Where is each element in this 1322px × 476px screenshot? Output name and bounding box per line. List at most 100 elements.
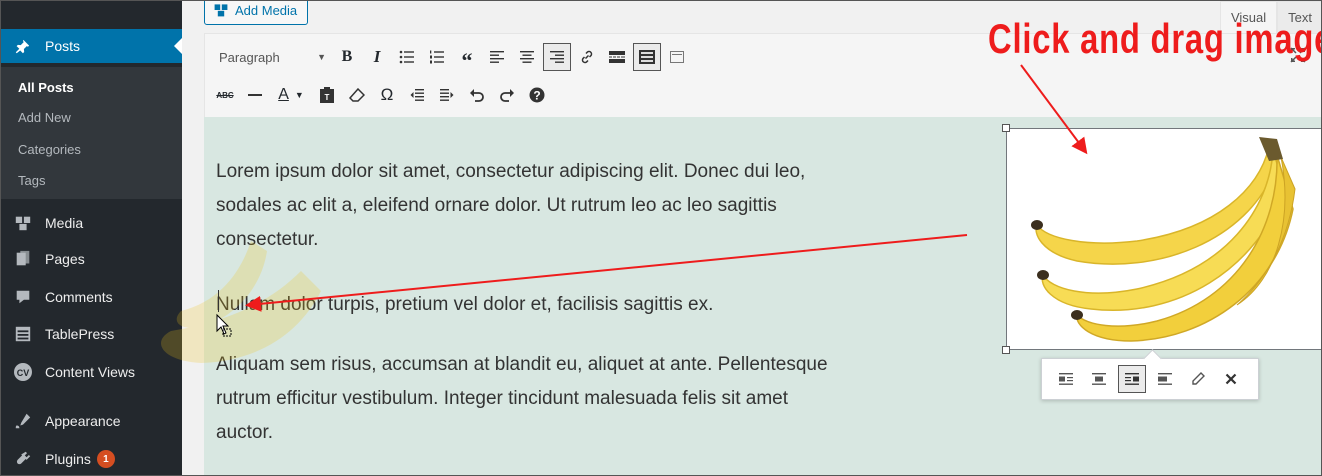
paragraph-line: Aliquam sem risus, accumsan at blandit e… <box>216 354 828 375</box>
format-select[interactable]: Paragraph ▼ <box>210 44 332 70</box>
plugins-icon <box>13 449 33 469</box>
content-views-icon: CV <box>13 362 33 382</box>
outdent-icon <box>410 89 424 101</box>
sidebar-item-label: Posts <box>45 38 81 54</box>
selected-image[interactable] <box>1002 124 1321 354</box>
svg-text:?: ? <box>533 89 540 103</box>
undo-button[interactable] <box>463 81 491 109</box>
image-align-center-button[interactable] <box>1085 365 1113 393</box>
sidebar-item-posts[interactable]: Posts <box>1 29 182 63</box>
align-right-icon <box>550 51 564 63</box>
clipboard-icon: T <box>320 87 334 103</box>
paragraph-line: consectetur. <box>216 229 319 250</box>
image-align-left-button[interactable] <box>1052 365 1080 393</box>
sidebar-item-pages[interactable]: Pages <box>1 242 182 276</box>
sidebar-item-label: Content Views <box>45 364 136 380</box>
add-media-label: Add Media <box>235 2 298 18</box>
pencil-icon <box>1192 372 1205 385</box>
appearance-icon <box>13 411 33 431</box>
edit-image-button[interactable] <box>1184 365 1212 393</box>
svg-text:T: T <box>325 93 330 102</box>
sidebar-item-appearance[interactable]: Appearance <box>1 404 182 438</box>
image-toolbar <box>1041 358 1259 400</box>
align-right-button[interactable] <box>543 43 571 71</box>
align-center-icon <box>520 51 534 63</box>
sidebar-item-comments[interactable]: Comments <box>1 280 182 314</box>
resize-handle[interactable] <box>1002 124 1010 132</box>
paragraph-line: auctor. <box>216 422 274 443</box>
pages-icon <box>13 249 33 269</box>
distraction-free-icon <box>670 51 684 63</box>
strikethrough-button[interactable]: ABC <box>211 81 239 109</box>
numbered-list-button[interactable] <box>423 43 451 71</box>
remove-image-button[interactable] <box>1217 365 1245 393</box>
submenu-tags[interactable]: Tags <box>18 173 45 188</box>
increase-indent-button[interactable] <box>433 81 461 109</box>
submenu-all-posts[interactable]: All Posts <box>18 80 74 95</box>
chevron-down-icon: ▼ <box>317 52 326 62</box>
align-left-icon <box>1059 373 1073 385</box>
align-center-icon <box>1092 373 1106 385</box>
editor-content-area[interactable]: Lorem ipsum dolor sit amet, consectetur … <box>204 117 1321 475</box>
chevron-down-icon: ▼ <box>294 90 304 100</box>
strikethrough-icon: ABC <box>216 90 234 100</box>
paragraph-line: Nullam dolor turpis, pretium vel dolor e… <box>216 294 714 315</box>
posts-submenu: All Posts Add New Categories Tags <box>1 67 182 199</box>
align-center-button[interactable] <box>513 43 541 71</box>
sidebar-item-label: Comments <box>45 289 113 305</box>
sidebar-item-label: Media <box>45 215 84 231</box>
distraction-free-button[interactable] <box>663 43 691 71</box>
annotation-caption: Click and drag image <box>988 15 1322 62</box>
submenu-add-new[interactable]: Add New <box>18 110 71 125</box>
read-more-icon <box>609 51 625 63</box>
insert-link-button[interactable] <box>573 43 601 71</box>
blockquote-button[interactable]: “ <box>453 43 481 73</box>
help-icon: ? <box>529 87 545 103</box>
sidebar-item-label: Pages <box>45 251 85 267</box>
bold-button[interactable]: B <box>333 43 361 71</box>
horizontal-line-icon <box>248 94 262 96</box>
sidebar-item-content-views[interactable]: CV Content Views <box>1 355 182 389</box>
italic-button[interactable]: I <box>363 43 391 71</box>
toolbar-row-2: ABC A ▼ T Ω ? <box>205 77 552 113</box>
image-no-align-button[interactable] <box>1151 365 1179 393</box>
undo-icon <box>470 89 484 102</box>
indent-icon <box>440 89 454 101</box>
clear-formatting-button[interactable] <box>343 81 371 109</box>
paste-as-text-button[interactable]: T <box>313 81 341 109</box>
sidebar-item-media[interactable]: Media <box>1 206 182 240</box>
bulleted-list-button[interactable] <box>393 43 421 71</box>
decrease-indent-button[interactable] <box>403 81 431 109</box>
keyboard-icon <box>639 50 655 64</box>
sidebar-item-label: TablePress <box>45 326 115 342</box>
toolbar-toggle-button[interactable] <box>633 43 661 71</box>
paragraph-3: Aliquam sem risus, accumsan at blandit e… <box>216 348 828 450</box>
sidebar-item-label: Plugins <box>45 451 91 467</box>
admin-sidebar: Posts All Posts Add New Categories Tags … <box>1 1 182 475</box>
post-editor: Add Media Visual Text Paragraph ▼ B I “ <box>182 1 1322 475</box>
read-more-button[interactable] <box>603 43 631 71</box>
text-color-icon: A <box>278 86 289 103</box>
sidebar-item-label: Appearance <box>45 413 121 429</box>
align-left-button[interactable] <box>483 43 511 71</box>
keyboard-shortcuts-button[interactable]: ? <box>523 81 551 109</box>
redo-button[interactable] <box>493 81 521 109</box>
bulleted-list-icon <box>399 50 414 64</box>
sidebar-item-plugins[interactable]: Plugins 1 <box>1 442 182 475</box>
paragraph-line: rutrum efficitur vestibulum. Integer tin… <box>216 388 789 409</box>
resize-handle[interactable] <box>1002 346 1010 354</box>
add-media-button[interactable]: Add Media <box>204 1 309 25</box>
submenu-categories[interactable]: Categories <box>18 142 81 157</box>
image-align-right-button[interactable] <box>1118 365 1146 393</box>
sidebar-item-tablepress[interactable]: TablePress <box>1 317 182 351</box>
comments-icon <box>13 287 33 307</box>
align-left-icon <box>490 51 504 63</box>
media-icon <box>213 2 229 18</box>
paragraph-2: Nullam dolor turpis, pretium vel dolor e… <box>216 288 713 322</box>
text-color-button[interactable]: A ▼ <box>271 81 311 109</box>
tablepress-icon <box>13 324 33 344</box>
paragraph-line: sodales ac elit a, eleifend ornare dolor… <box>216 195 777 216</box>
blockquote-icon: “ <box>461 48 473 73</box>
horizontal-line-button[interactable] <box>241 81 269 109</box>
special-character-button[interactable]: Ω <box>373 81 401 109</box>
